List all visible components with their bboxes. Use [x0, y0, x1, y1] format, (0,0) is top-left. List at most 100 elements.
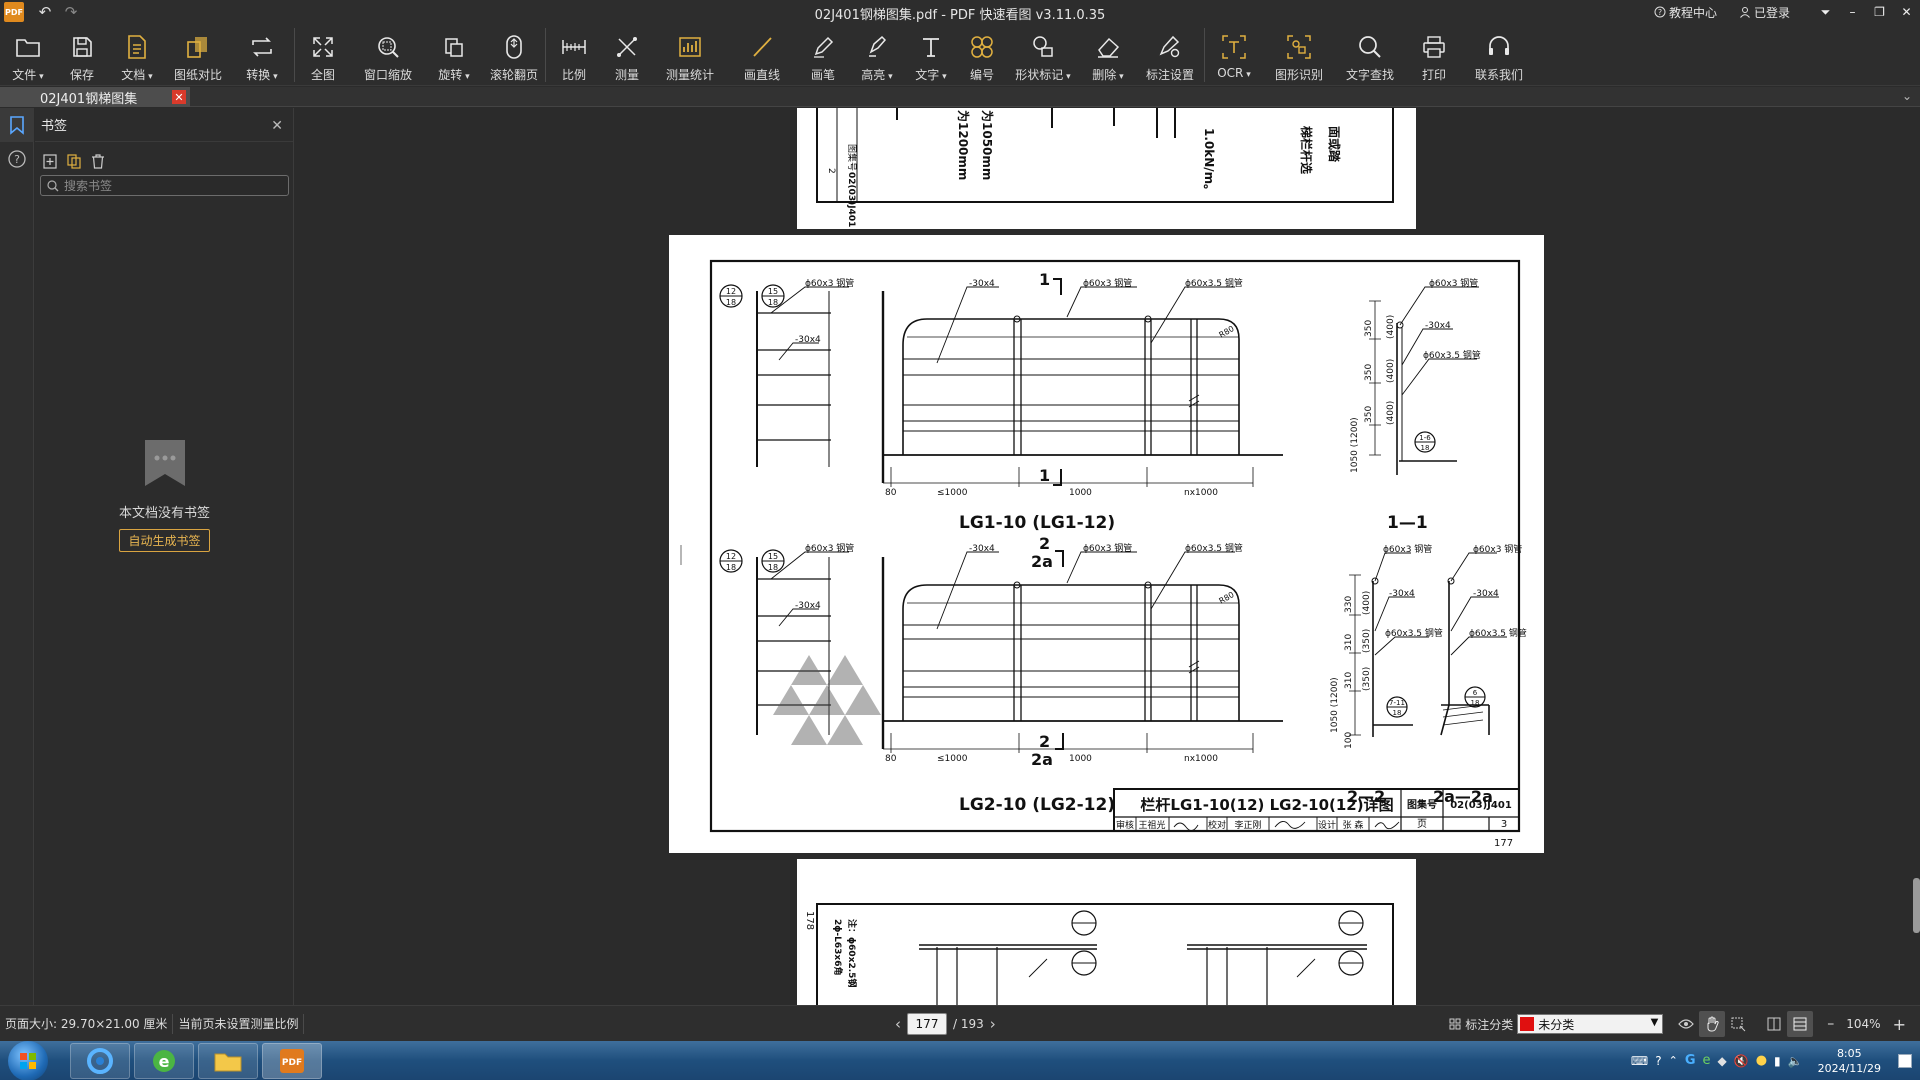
- vertical-scrollbar-thumb[interactable]: [1913, 878, 1920, 933]
- tutorial-link[interactable]: ? 教程中心: [1654, 4, 1717, 21]
- pen-button[interactable]: 画笔: [796, 24, 850, 86]
- tray-shield-icon[interactable]: ●: [1756, 1053, 1767, 1068]
- help-button[interactable]: ?: [0, 142, 34, 176]
- taskbar-clock[interactable]: 8:05 2024/11/29: [1818, 1046, 1881, 1076]
- select-tool-icon[interactable]: [1725, 1011, 1751, 1037]
- draw-line-button[interactable]: 画直线: [728, 24, 796, 86]
- highlight-menu-button[interactable]: 高亮: [850, 24, 904, 86]
- document-icon: [128, 35, 146, 59]
- single-page-view-icon[interactable]: [1761, 1011, 1787, 1037]
- svg-text:18: 18: [726, 298, 736, 307]
- delete-menu-button[interactable]: 删除: [1080, 24, 1136, 86]
- close-tab-icon[interactable]: ✕: [172, 90, 186, 104]
- ocr-menu-button[interactable]: OCR: [1205, 24, 1263, 86]
- print-button[interactable]: 打印: [1404, 24, 1464, 86]
- bookmark-search-input[interactable]: [64, 178, 274, 193]
- measure-button[interactable]: 测量: [602, 24, 652, 86]
- undo-icon[interactable]: ↶: [34, 1, 56, 23]
- redo-icon[interactable]: ↷: [60, 1, 82, 23]
- svg-text:-30x4: -30x4: [969, 544, 995, 554]
- start-button[interactable]: [8, 1040, 48, 1080]
- page-size-info: 页面大小: 29.70×21.00 厘米: [0, 1013, 174, 1034]
- svg-text:2: 2: [1039, 732, 1050, 751]
- shape-mark-menu-button[interactable]: 形状标记: [1006, 24, 1080, 86]
- svg-text:350: 350: [1364, 320, 1374, 337]
- trash-icon[interactable]: [91, 153, 105, 169]
- eye-icon[interactable]: [1673, 1011, 1699, 1037]
- tab-list-chevron-icon[interactable]: ⌄: [1902, 89, 1912, 103]
- document-view[interactable]: 图集号 02(03)J401 2 为1050mm 为1200mm 1.0kN/m…: [295, 108, 1920, 1005]
- speaker-muted-icon[interactable]: 🔇: [1734, 1054, 1749, 1068]
- add-child-bookmark-icon[interactable]: [67, 153, 81, 169]
- document-tab-label: 02J401钢梯图集: [40, 91, 138, 107]
- tray-help-icon[interactable]: ?: [1655, 1054, 1661, 1068]
- bookmark-icon: [10, 116, 24, 135]
- previous-page: 图集号 02(03)J401 2 为1050mm 为1200mm 1.0kN/m…: [797, 108, 1416, 229]
- taskbar-app-ie[interactable]: e: [134, 1042, 194, 1079]
- svg-text:-30x4: -30x4: [1425, 321, 1451, 331]
- svg-text:2ϕ-L63x6角: 2ϕ-L63x6角: [832, 919, 844, 976]
- volume-icon[interactable]: 🔈: [1788, 1054, 1803, 1068]
- svg-text:校对: 校对: [1208, 819, 1226, 831]
- zoom-out-button[interactable]: –: [1827, 1016, 1834, 1032]
- zoom-in-button[interactable]: +: [1893, 1015, 1906, 1034]
- compare-icon: [187, 37, 207, 58]
- keyboard-icon[interactable]: ⌨: [1631, 1054, 1648, 1068]
- folder-icon: [214, 1053, 242, 1071]
- close-window-button[interactable]: ✕: [1893, 0, 1920, 24]
- tray-ie-icon[interactable]: e: [1703, 1053, 1711, 1068]
- taskbar-app-explorer[interactable]: [198, 1042, 258, 1079]
- next-page-icon[interactable]: ›: [990, 1015, 996, 1033]
- scroll-page-button[interactable]: 滚轮翻页: [483, 24, 545, 86]
- scale-button[interactable]: 比例: [546, 24, 602, 86]
- current-page-input[interactable]: [907, 1013, 947, 1035]
- show-desktop-button[interactable]: [1898, 1053, 1912, 1068]
- measure-stats-button[interactable]: 测量统计: [652, 24, 728, 86]
- empty-bookmark-message: 本文档没有书签: [118, 506, 210, 521]
- save-button[interactable]: 保存: [56, 24, 108, 86]
- network-icon[interactable]: ▮: [1774, 1054, 1781, 1068]
- restore-button[interactable]: ❐: [1866, 0, 1893, 24]
- taskbar-app-browser[interactable]: [70, 1042, 130, 1079]
- taskbar-app-pdf[interactable]: PDF: [262, 1042, 322, 1079]
- hand-tool-icon[interactable]: [1699, 1011, 1726, 1037]
- login-status[interactable]: 已登录: [1739, 4, 1790, 21]
- convert-menu-button[interactable]: 转换: [230, 24, 294, 86]
- close-panel-icon[interactable]: ✕: [271, 118, 283, 134]
- search-icon: [47, 179, 59, 191]
- tray-arrow-icon[interactable]: ⌃: [1669, 1054, 1678, 1067]
- bookmark-panel: 书签 ✕ 本文档没有书签 自动生成书签: [35, 108, 294, 1005]
- text-menu-button[interactable]: 文字: [904, 24, 958, 86]
- compare-button[interactable]: 图纸对比: [166, 24, 230, 86]
- number-button[interactable]: 编号: [958, 24, 1006, 86]
- shape-recognition-button[interactable]: 图形识别: [1263, 24, 1335, 86]
- svg-text:-30x4: -30x4: [969, 279, 995, 289]
- document-menu-button[interactable]: 文档: [108, 24, 166, 86]
- rotate-menu-button[interactable]: 旋转: [425, 24, 483, 86]
- bookmark-panel-button[interactable]: [0, 108, 34, 142]
- highlighter-icon: [869, 35, 887, 57]
- prev-page-icon[interactable]: ‹: [895, 1015, 901, 1033]
- svg-text:ϕ60x3.5 钢管: ϕ60x3.5 钢管: [1423, 349, 1481, 361]
- continuous-view-icon[interactable]: [1787, 1011, 1814, 1037]
- zoom-level[interactable]: 104%: [1846, 1017, 1880, 1031]
- auto-generate-bookmark-button[interactable]: 自动生成书签: [119, 529, 210, 552]
- file-menu-button[interactable]: 文件: [0, 24, 56, 86]
- number-icon: [971, 36, 993, 58]
- svg-text:18: 18: [1471, 699, 1480, 707]
- dropdown-menu-icon[interactable]: ⏷: [1812, 0, 1839, 24]
- text-search-button[interactable]: 文字查找: [1336, 24, 1404, 86]
- mark-settings-button[interactable]: 标注设置: [1136, 24, 1204, 86]
- category-select[interactable]: 未分类 ▼: [1517, 1014, 1664, 1034]
- pen-icon: [814, 36, 834, 58]
- minimize-button[interactable]: –: [1839, 0, 1866, 24]
- tray-app-icon[interactable]: ◆: [1718, 1054, 1727, 1068]
- svg-text:nx1000: nx1000: [1184, 754, 1218, 764]
- svg-text:80: 80: [885, 754, 897, 764]
- fit-all-button[interactable]: 全图: [295, 24, 351, 86]
- contact-button[interactable]: 联系我们: [1464, 24, 1534, 86]
- tray-g-icon[interactable]: G: [1685, 1053, 1696, 1068]
- window-zoom-button[interactable]: 窗口缩放: [351, 24, 425, 86]
- add-bookmark-icon[interactable]: [43, 153, 57, 169]
- document-tab[interactable]: 02J401钢梯图集 ✕: [0, 87, 190, 107]
